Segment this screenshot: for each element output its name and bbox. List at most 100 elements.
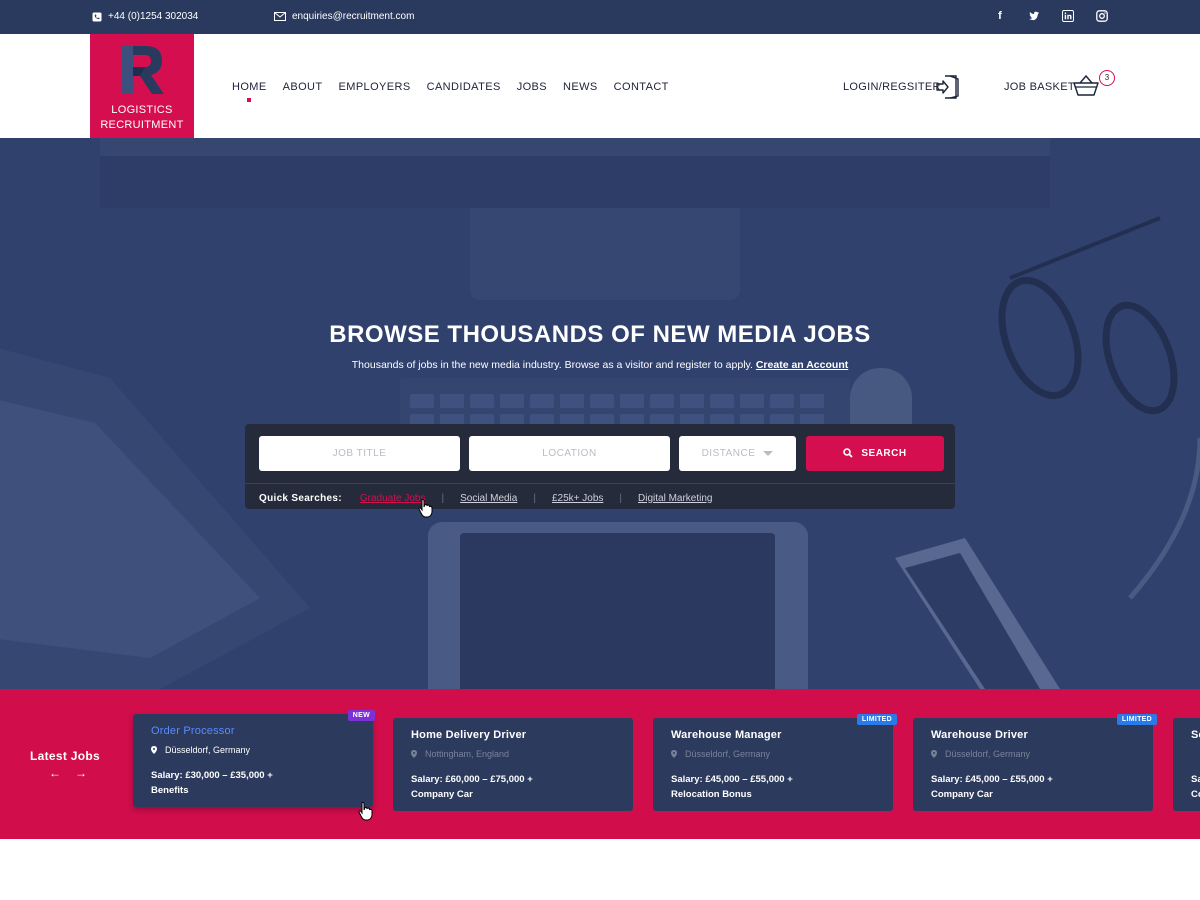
hand-cursor-icon (418, 498, 433, 518)
linkedin-icon[interactable] (1062, 10, 1074, 22)
quick-separator: | (441, 492, 445, 504)
job-salary-line-1: Salary: £60,000 – £75,000 + (411, 774, 533, 785)
job-badge: LIMITED (856, 714, 897, 725)
job-location-text: Düsseldorf, Germany (165, 745, 251, 755)
quick-searches: Quick Searches: Graduate Jobs | Social M… (259, 490, 713, 506)
job-title[interactable]: Warehouse Manager (671, 729, 782, 741)
logo-line-1: LOGISTICS (111, 104, 173, 116)
nav-news[interactable]: NEWS (563, 81, 598, 93)
envelope-icon (274, 12, 286, 21)
job-badge: LIMITED (1116, 714, 1157, 725)
job-salary-line-1: Salary: £30,000 – £35,000 + (151, 770, 273, 781)
quick-link-graduate-jobs[interactable]: Graduate Jobs (360, 493, 426, 504)
basket-count-badge: 3 (1099, 70, 1115, 86)
job-card[interactable]: NEW Order Processor Düsseldorf, Germany … (133, 710, 375, 807)
job-location: Düsseldorf, Germany (931, 749, 1030, 759)
nav-employers[interactable]: EMPLOYERS (339, 81, 411, 93)
job-title[interactable]: Se (1191, 729, 1200, 741)
nav-candidates[interactable]: CANDIDATES (427, 81, 501, 93)
quick-separator: | (619, 492, 623, 504)
job-title[interactable]: Warehouse Driver (931, 729, 1028, 741)
hero-subtitle: Thousands of jobs in the new media indus… (0, 359, 1200, 371)
job-title[interactable]: Order Processor (151, 725, 235, 737)
email-address: enquiries@recruitment.com (292, 11, 415, 22)
latest-jobs-title: Latest Jobs (30, 749, 100, 763)
search-button[interactable]: SEARCH (806, 436, 944, 471)
job-salary-line-2: Company Car (931, 789, 993, 800)
logo-text: LOGISTICS RECRUITMENT (90, 103, 194, 133)
job-salary-line-1: Salary: £45,000 – £55,000 + (931, 774, 1053, 785)
login-register-link[interactable]: LOGIN/REGSITER (843, 81, 941, 93)
job-location: Nottingham, England (411, 749, 509, 759)
job-location: Düsseldorf, Germany (671, 749, 770, 759)
job-basket-link[interactable]: JOB BASKET (1004, 81, 1075, 93)
job-salary-line-1: Salary: £45,000 – £55,000 + (671, 774, 793, 785)
arrow-right-icon[interactable]: → (75, 766, 87, 780)
distance-label: DISTANCE (701, 448, 756, 459)
carousel-arrows: ← → (49, 766, 87, 780)
job-salary-line-2: Benefits (151, 785, 189, 796)
quick-searches-label: Quick Searches: (259, 492, 342, 504)
job-salary-line-2: Company Car (411, 789, 473, 800)
map-pin-icon (671, 750, 677, 758)
nav-home[interactable]: HOME (232, 81, 267, 102)
job-salary-line-2: Co (1191, 789, 1200, 800)
job-title-input[interactable]: JOB TITLE (259, 436, 460, 471)
facebook-icon[interactable]: f (994, 10, 1006, 22)
nav-jobs[interactable]: JOBS (517, 81, 547, 93)
basket-icon[interactable] (1072, 74, 1100, 98)
search-icon (843, 448, 854, 458)
job-location-text: Düsseldorf, Germany (945, 749, 1031, 759)
job-salary: Salary: £60,000 – £75,000 + Company Car (411, 772, 611, 802)
nav-contact[interactable]: CONTACT (614, 81, 669, 93)
email-contact[interactable]: enquiries@recruitment.com (274, 11, 414, 22)
twitter-icon[interactable] (1028, 10, 1040, 22)
logo-r-mark (122, 46, 164, 94)
phone-number: +44 (0)1254 302034 (108, 11, 199, 22)
phone-icon (92, 12, 102, 21)
main-nav: HOME ABOUT EMPLOYERS CANDIDATES JOBS NEW… (232, 81, 669, 102)
quick-link-digital-marketing[interactable]: Digital Marketing (638, 493, 712, 504)
hero-section: BROWSE THOUSANDS OF NEW MEDIA JOBS Thous… (0, 138, 1200, 689)
instagram-icon[interactable] (1096, 10, 1108, 22)
job-location: Düsseldorf, Germany (151, 745, 250, 755)
location-input[interactable]: LOCATION (469, 436, 670, 471)
quick-separator: | (533, 492, 536, 504)
job-location-text: Nottingham, England (425, 749, 510, 759)
job-salary-line-2: Relocation Bonus (671, 789, 752, 800)
job-salary: Salary: £30,000 – £35,000 + Benefits (151, 768, 351, 798)
job-card-partial[interactable]: Se Sa Co (1173, 718, 1200, 811)
hero-title: BROWSE THOUSANDS OF NEW MEDIA JOBS (329, 321, 871, 348)
latest-jobs-section: Latest Jobs ← → NEW Order Processor Düss… (0, 689, 1200, 839)
job-card[interactable]: LIMITED Warehouse Driver Düsseldorf, Ger… (913, 714, 1157, 811)
hero-background-image (0, 138, 1200, 689)
quick-link-25k-jobs[interactable]: £25k+ Jobs (552, 493, 603, 504)
job-card[interactable]: LIMITED Warehouse Manager Düsseldorf, Ge… (653, 714, 897, 811)
distance-select[interactable]: DISTANCE (679, 436, 796, 471)
arrow-left-icon[interactable]: ← (49, 766, 61, 780)
job-salary: Salary: £45,000 – £55,000 + Company Car (931, 772, 1131, 802)
search-divider (245, 483, 955, 484)
phone-contact[interactable]: +44 (0)1254 302034 (92, 11, 198, 22)
hero-subtitle-text: Thousands of jobs in the new media indus… (351, 359, 753, 371)
job-salary: Sa Co (1191, 772, 1200, 802)
job-badge: NEW (347, 710, 375, 721)
job-search-box: JOB TITLE LOCATION DISTANCE SEARCH Quick… (245, 424, 955, 518)
caret-down-icon (763, 450, 774, 456)
job-salary-line-1: Sa (1191, 774, 1200, 785)
job-salary: Salary: £45,000 – £55,000 + Relocation B… (671, 772, 871, 802)
map-pin-icon (151, 746, 157, 754)
job-card[interactable]: Home Delivery Driver Nottingham, England… (393, 718, 633, 811)
create-account-link[interactable]: Create an Account (756, 359, 848, 371)
site-logo[interactable]: LOGISTICS RECRUITMENT (90, 34, 194, 138)
top-bar: +44 (0)1254 302034 enquiries@recruitment… (0, 0, 1200, 34)
social-links: f (994, 10, 1108, 22)
job-location-text: Düsseldorf, Germany (685, 749, 771, 759)
login-door-icon[interactable] (936, 74, 960, 100)
map-pin-icon (931, 750, 937, 758)
quick-link-social-media[interactable]: Social Media (460, 493, 517, 504)
search-button-label: SEARCH (861, 448, 907, 459)
hand-cursor-icon (358, 801, 373, 821)
nav-about[interactable]: ABOUT (283, 81, 323, 93)
job-title[interactable]: Home Delivery Driver (411, 729, 526, 741)
